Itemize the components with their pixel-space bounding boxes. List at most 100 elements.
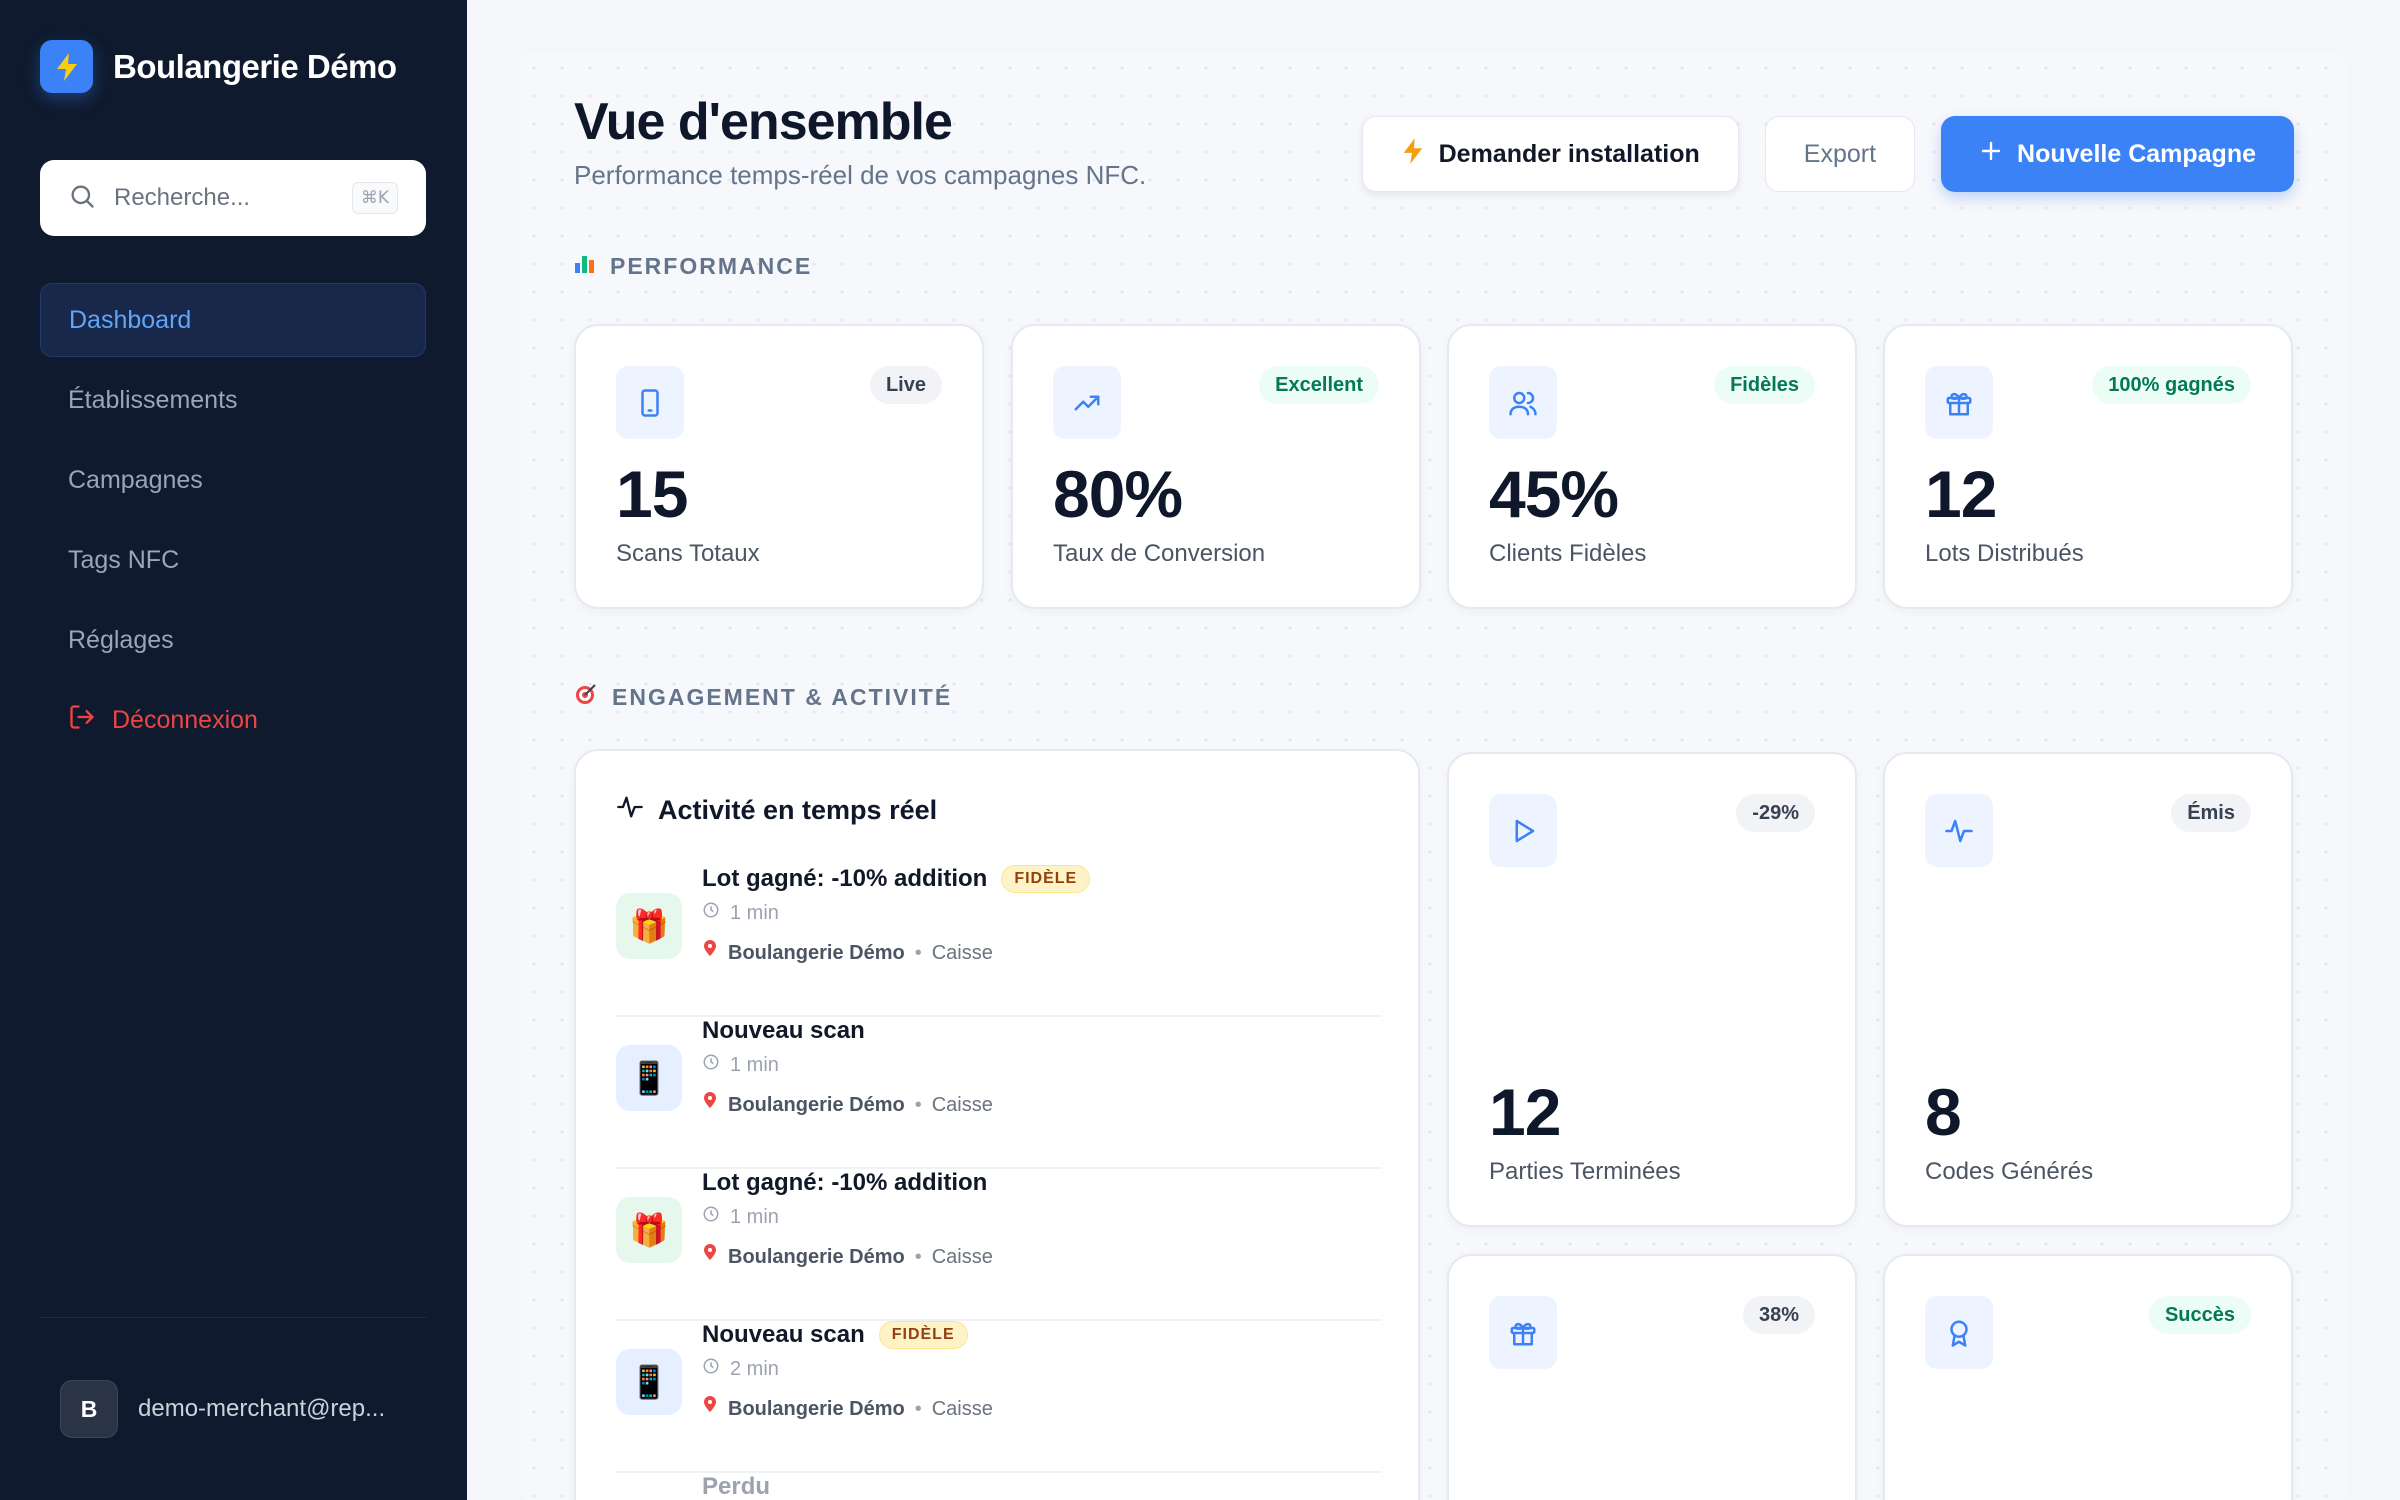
request-installation-label: Demander installation [1438,139,1700,168]
logout-button[interactable]: Déconnexion [40,683,426,757]
feed-title-row: Lot gagné: -10% addition [702,1169,987,1197]
sidebar-item-tags-nfc[interactable]: Tags NFC [40,523,426,597]
feed-place: Boulangerie Démo [728,941,905,964]
new-campaign-label: Nouvelle Campagne [2017,139,2256,168]
avatar: B [60,1380,118,1438]
search-placeholder: Recherche... [114,184,251,211]
stat-value: 8 [1925,1075,1962,1149]
activity-icon [616,793,644,828]
feed-title-row: Lot gagné: -10% addition FIDÈLE [702,865,1091,893]
stat-card-lots[interactable]: 100% gagnés 12 Lots Distribués [1883,324,2293,609]
feed-where: Caisse [931,1093,993,1116]
page-title: Vue d'ensemble [574,93,953,151]
stat-card-codes[interactable]: Émis 8 Codes Générés [1883,752,2293,1227]
feed-time-value: 2 min [730,1357,779,1380]
logout-icon [68,703,96,738]
bar-chart-icon [574,252,596,280]
stat-card-success[interactable]: Succès [1883,1254,2293,1500]
list-item[interactable]: 🎁 Lot gagné: -10% addition FIDÈLE 1 min … [616,865,1382,1017]
stat-value: 12 [1489,1075,1561,1149]
sidebar-item-reglages[interactable]: Réglages [40,603,426,677]
list-item[interactable]: 🎁 Lot gagné: -10% addition 1 min Boulang… [616,1169,1382,1321]
phone-icon: 📱 [616,1349,682,1415]
pin-icon [702,940,718,966]
status-badge: Live [869,366,942,404]
target-icon [574,682,598,712]
search-input[interactable]: Recherche... ⌘K [40,160,426,236]
request-installation-button[interactable]: Demander installation [1361,116,1739,192]
clock-icon [702,1357,720,1381]
stat-value: 12 [1925,457,1997,531]
separator-dot: • [914,1245,922,1268]
phone-icon [616,366,684,439]
section-engagement: ENGAGEMENT & ACTIVITÉ [574,682,952,712]
sidebar: Boulangerie Démo Recherche... ⌘K Dashboa… [0,0,467,1500]
sidebar-item-dashboard[interactable]: Dashboard [40,283,426,357]
stat-label: Parties Terminées [1489,1158,1681,1185]
brand[interactable]: Boulangerie Démo [40,40,397,93]
status-badge: -29% [1736,794,1815,832]
status-badge: 38% [1742,1296,1815,1334]
search-shortcut: ⌘K [351,182,398,214]
stat-card-gift-rate[interactable]: 38% [1447,1254,1857,1500]
stat-value: 45% [1489,457,1619,531]
feed-time-value: 1 min [730,1205,779,1228]
list-item[interactable]: 📱 Nouveau scan FIDÈLE 2 min Boulangerie … [616,1321,1382,1473]
feed-title: Nouveau scan [702,1321,865,1348]
loyal-tag: FIDÈLE [878,1321,968,1349]
feed-title-row: Nouveau scan [702,1017,865,1045]
clock-icon [702,1205,720,1229]
section-engagement-label: ENGAGEMENT & ACTIVITÉ [612,683,953,710]
feed-title: Perdu [702,1473,771,1500]
page-subtitle: Performance temps-réel de vos campagnes … [574,160,1147,190]
list-item[interactable]: 📱 Nouveau scan 1 min Boulangerie Démo • … [616,1017,1382,1169]
stat-label: Scans Totaux [616,540,760,567]
stat-value: 80% [1053,457,1183,531]
feed-location: Boulangerie Démo • Caisse [702,1244,993,1270]
stat-label: Lots Distribués [1925,540,2084,567]
activity-feed: Activité en temps réel 🎁 Lot gagné: -10%… [574,749,1420,1500]
gift-icon: 🎁 [616,893,682,959]
loyal-tag: FIDÈLE [1001,865,1091,893]
gift-icon: 🎁 [616,1197,682,1263]
award-icon [1925,1296,1993,1369]
feed-title: Lot gagné: -10% addition [702,865,988,892]
list-item[interactable]: Perdu [616,1473,1382,1500]
section-performance: PERFORMANCE [574,252,812,280]
new-campaign-button[interactable]: Nouvelle Campagne [1941,116,2294,192]
pin-icon [702,1396,718,1422]
stat-label: Clients Fidèles [1489,540,1647,567]
feed-place: Boulangerie Démo [728,1093,905,1116]
pin-icon [702,1244,718,1270]
feed-location: Boulangerie Démo • Caisse [702,1092,993,1118]
stat-card-parties[interactable]: -29% 12 Parties Terminées [1447,752,1857,1227]
stat-card-conversion[interactable]: Excellent 80% Taux de Conversion [1011,324,1421,609]
feed-location: Boulangerie Démo • Caisse [702,1396,993,1422]
trending-up-icon [1053,366,1121,439]
header-actions: Demander installation Export Nouvelle Ca… [1361,116,2294,192]
main-content: Vue d'ensemble Performance temps-réel de… [520,54,2346,1500]
stat-card-fideles[interactable]: Fidèles 45% Clients Fidèles [1447,324,1857,609]
clock-icon [702,901,720,925]
export-button[interactable]: Export [1764,116,1916,192]
stat-value: 15 [616,457,688,531]
feed-location: Boulangerie Démo • Caisse [702,940,993,966]
search-icon [68,182,96,215]
sidebar-item-campagnes[interactable]: Campagnes [40,443,426,517]
feed-place: Boulangerie Démo [728,1245,905,1268]
separator-dot: • [914,941,922,964]
separator-dot: • [914,1397,922,1420]
bolt-icon [40,40,93,93]
sidebar-item-etablissements[interactable]: Établissements [40,363,426,437]
stat-label: Taux de Conversion [1053,540,1266,567]
user-menu[interactable]: B demo-merchant@rep... [60,1380,385,1438]
sidebar-divider [40,1317,426,1318]
activity-header: Activité en temps réel [616,793,937,828]
clock-icon [702,1053,720,1077]
user-email: demo-merchant@rep... [138,1395,386,1422]
stat-card-scans[interactable]: Live 15 Scans Totaux [574,324,984,609]
activity-list: 🎁 Lot gagné: -10% addition FIDÈLE 1 min … [616,865,1382,1500]
feed-time: 1 min [702,901,779,925]
lightning-icon [1401,137,1425,172]
users-icon [1489,366,1557,439]
